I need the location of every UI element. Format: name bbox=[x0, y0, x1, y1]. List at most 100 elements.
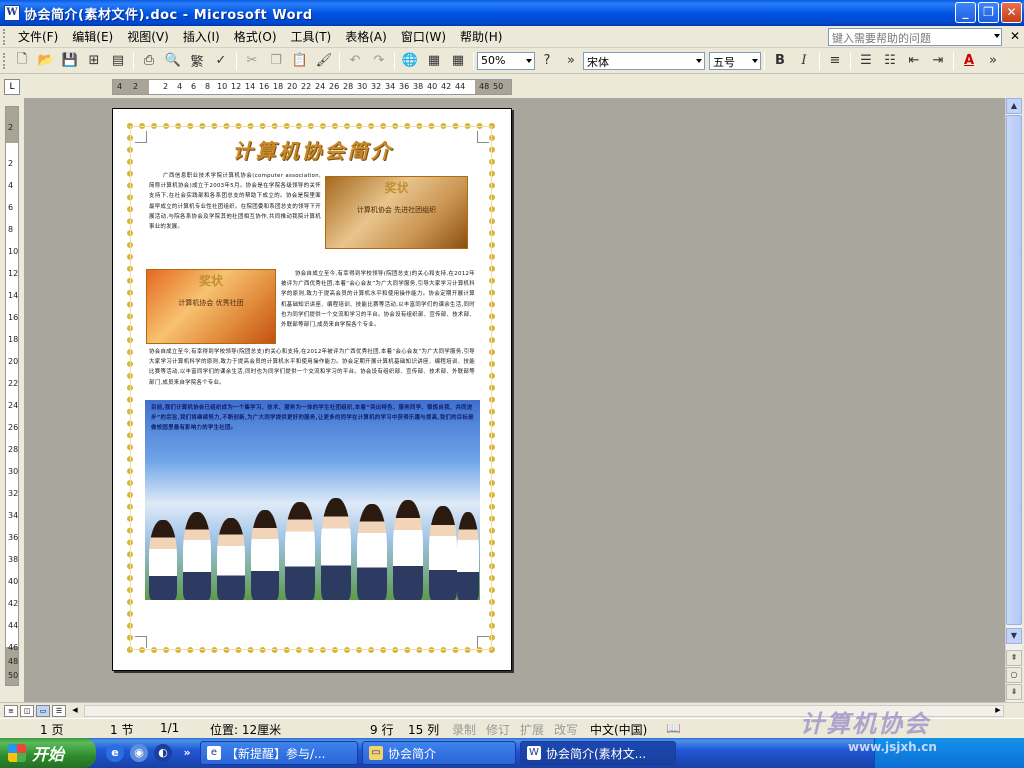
permission-icon[interactable]: ⊞ bbox=[83, 50, 105, 72]
redo-icon[interactable]: ↷ bbox=[368, 50, 390, 72]
minimize-button[interactable]: _ bbox=[955, 2, 976, 23]
status-track-changes[interactable]: 修订 bbox=[486, 721, 510, 738]
document-area[interactable]: 计算机协会简介 广西信息职业技术学院计算机协会(computer associa… bbox=[24, 98, 1006, 702]
menu-view[interactable]: 视图(V) bbox=[120, 27, 176, 47]
previous-page-icon[interactable]: ⇞ bbox=[1006, 650, 1022, 666]
ruler-tick: 14 bbox=[245, 82, 256, 91]
paste-icon[interactable]: 📋 bbox=[289, 50, 311, 72]
start-button[interactable]: 开始 bbox=[0, 738, 96, 768]
taskbar-item-browser[interactable]: e 【新提醒】参与/... bbox=[200, 741, 358, 765]
ruler-tick: 34 bbox=[385, 82, 396, 91]
menu-tools[interactable]: 工具(T) bbox=[284, 27, 339, 47]
help-icon[interactable]: ? bbox=[536, 50, 558, 72]
help-search-input[interactable]: 键入需要帮助的问题 bbox=[828, 28, 1002, 46]
chevron-down-icon bbox=[696, 58, 702, 63]
ruler-tick: 46 bbox=[8, 643, 19, 652]
ie-quicklaunch-icon[interactable]: e bbox=[106, 744, 124, 762]
scroll-right-icon[interactable]: ▶ bbox=[991, 705, 1005, 717]
next-page-icon[interactable]: ⇟ bbox=[1006, 684, 1022, 700]
ie-icon: e bbox=[207, 746, 221, 760]
menu-window[interactable]: 窗口(W) bbox=[394, 27, 453, 47]
spelling-icon[interactable]: ✓ bbox=[210, 50, 232, 72]
taskbar-item-word[interactable]: W 协会简介(素材文... bbox=[520, 741, 676, 765]
chinese-convert-icon[interactable]: 繁 bbox=[186, 50, 208, 72]
document-title[interactable]: 计算机协会简介 bbox=[113, 135, 513, 164]
scroll-left-icon[interactable]: ◀ bbox=[68, 705, 82, 717]
award-certificate-image-2[interactable]: 奖状 计算机协会 优秀社团 bbox=[146, 269, 276, 344]
hyperlink-icon[interactable]: 🌐 bbox=[399, 50, 421, 72]
ruler-tick: 34 bbox=[8, 511, 19, 520]
increase-indent-icon[interactable]: ⇥ bbox=[927, 50, 949, 72]
paragraph-history-cont[interactable]: 协会自成立至今,有幸得到学校领导(院团总支)的关心和支持,在2012年被评为广西… bbox=[149, 347, 475, 399]
outline-view-icon[interactable]: ☰ bbox=[52, 704, 66, 717]
save-icon[interactable]: 💾 bbox=[59, 50, 81, 72]
tab-stop-selector[interactable]: L bbox=[4, 79, 20, 95]
font-size-select[interactable]: 五号 bbox=[709, 51, 761, 70]
zoom-select[interactable]: 50% bbox=[477, 51, 535, 70]
font-select[interactable]: 宋体 bbox=[583, 51, 705, 70]
cut-icon[interactable]: ✂ bbox=[241, 50, 263, 72]
preview-icon[interactable]: 🔍 bbox=[162, 50, 184, 72]
print-layout-icon[interactable]: ▭ bbox=[36, 704, 50, 717]
web-view-icon[interactable]: ◫ bbox=[20, 704, 34, 717]
menu-file[interactable]: 文件(F) bbox=[11, 27, 65, 47]
horizontal-ruler[interactable]: 4 2 2 4 6 8 10 12 14 16 18 20 22 24 26 2… bbox=[112, 79, 512, 95]
media-quicklaunch-icon[interactable]: ◉ bbox=[130, 744, 148, 762]
menu-format[interactable]: 格式(O) bbox=[227, 27, 284, 47]
toolbar: 🗋 📂 💾 ⊞ ▤ ⎙ 🔍 繁 ✓ ✂ ❐ 📋 🖌 ↶ ↷ 🌐 ▦ ▦ 50% … bbox=[0, 48, 1024, 74]
format-painter-icon[interactable]: 🖌 bbox=[313, 50, 335, 72]
undo-icon[interactable]: ↶ bbox=[344, 50, 366, 72]
scroll-down-icon[interactable]: ▼ bbox=[1006, 628, 1022, 644]
group-photo-image[interactable]: 目前,我们计算机协会已组织成为一个集学习、技术、服务为一体的学生社团组织,本着“… bbox=[145, 400, 480, 600]
status-overtype[interactable]: 改写 bbox=[554, 721, 578, 738]
close-button[interactable]: ✕ bbox=[1001, 2, 1022, 23]
document-page[interactable]: 计算机协会简介 广西信息职业技术学院计算机协会(computer associa… bbox=[112, 108, 512, 671]
restore-button[interactable]: ❐ bbox=[978, 2, 999, 23]
toolbar-separator bbox=[850, 51, 851, 70]
menu-help[interactable]: 帮助(H) bbox=[453, 27, 509, 47]
decrease-indent-icon[interactable]: ⇤ bbox=[903, 50, 925, 72]
toolbar-options-icon[interactable]: » bbox=[560, 50, 582, 72]
ruler-tick: 32 bbox=[8, 489, 19, 498]
paragraph-intro[interactable]: 广西信息职业技术学院计算机协会(computer association,简称计… bbox=[149, 171, 321, 263]
insert-table-icon[interactable]: ▦ bbox=[447, 50, 469, 72]
paragraph-history[interactable]: 协会自成立至今,有幸得到学校领导(院团总支)的关心和支持,在2012年被评为广西… bbox=[281, 269, 475, 349]
scroll-thumb[interactable] bbox=[1006, 115, 1022, 625]
spelling-status-icon[interactable]: 📖 bbox=[666, 721, 681, 735]
normal-view-icon[interactable]: ≡ bbox=[4, 704, 18, 717]
menu-table[interactable]: 表格(A) bbox=[338, 27, 394, 47]
align-justify-icon[interactable]: ≡ bbox=[824, 50, 846, 72]
scroll-up-icon[interactable]: ▲ bbox=[1006, 98, 1022, 114]
bold-icon[interactable]: B bbox=[769, 50, 791, 72]
menu-insert[interactable]: 插入(I) bbox=[176, 27, 227, 47]
browse-object-icon[interactable]: ○ bbox=[1006, 667, 1022, 683]
word-app-icon[interactable]: W bbox=[4, 5, 20, 21]
desktop-quicklaunch-icon[interactable]: ◐ bbox=[154, 744, 172, 762]
quicklaunch-more-icon[interactable]: » bbox=[178, 744, 196, 762]
toolbar-grip[interactable] bbox=[3, 52, 7, 69]
new-icon[interactable]: 🗋 bbox=[11, 50, 33, 72]
menu-edit[interactable]: 编辑(E) bbox=[65, 27, 120, 47]
status-extend[interactable]: 扩展 bbox=[520, 721, 544, 738]
status-record[interactable]: 录制 bbox=[452, 721, 476, 738]
paragraph-goals[interactable]: 目前,我们计算机协会已组织成为一个集学习、技术、服务为一体的学生社团组织,本着“… bbox=[151, 403, 476, 434]
status-language[interactable]: 中文(中国) bbox=[590, 721, 647, 738]
copy-icon[interactable]: ❐ bbox=[265, 50, 287, 72]
open-icon[interactable]: 📂 bbox=[35, 50, 57, 72]
tables-borders-icon[interactable]: ▦ bbox=[423, 50, 445, 72]
bullets-icon[interactable]: ☷ bbox=[879, 50, 901, 72]
help-dropdown-icon[interactable] bbox=[994, 34, 1000, 38]
print-preview-icon[interactable]: ▤ bbox=[107, 50, 129, 72]
print-icon[interactable]: ⎙ bbox=[138, 50, 160, 72]
vertical-ruler[interactable]: 2 2 4 6 8 10 12 14 16 18 20 22 24 26 28 … bbox=[4, 98, 21, 702]
italic-icon[interactable]: I bbox=[793, 50, 815, 72]
ruler-tick: 8 bbox=[8, 225, 14, 234]
vertical-scrollbar[interactable]: ▲ ▼ ⇞ ○ ⇟ bbox=[1005, 98, 1022, 702]
numbering-icon[interactable]: ☰ bbox=[855, 50, 877, 72]
award-certificate-image-1[interactable]: 奖状 计算机协会 先进社团组织 bbox=[325, 176, 468, 249]
doc-close-icon[interactable]: ✕ bbox=[1010, 29, 1020, 43]
toolbar-options-icon[interactable]: » bbox=[982, 50, 1004, 72]
font-color-icon[interactable]: A bbox=[958, 50, 980, 72]
menu-grip[interactable] bbox=[3, 28, 7, 45]
taskbar-item-folder[interactable]: ▭ 协会简介 bbox=[362, 741, 516, 765]
